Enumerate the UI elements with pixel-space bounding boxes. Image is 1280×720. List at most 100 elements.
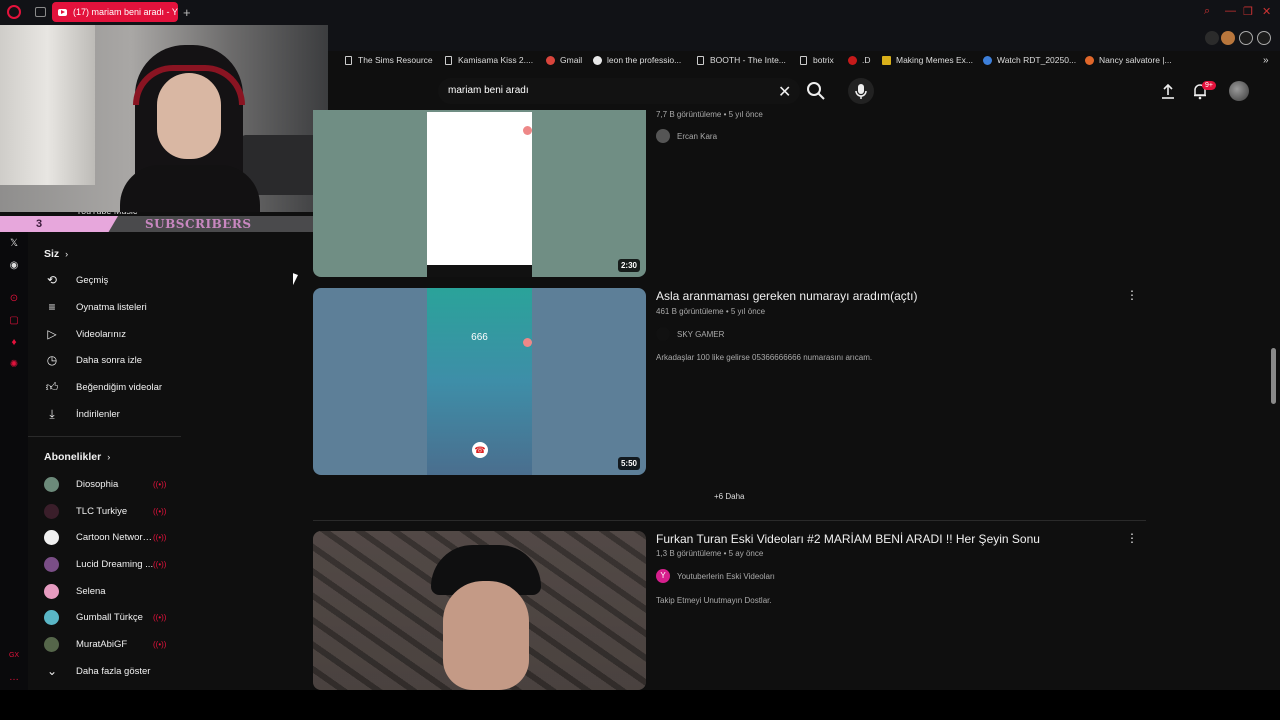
downloads-icon[interactable]	[1239, 31, 1253, 45]
webcam-overlay	[0, 25, 328, 212]
results-divider	[313, 520, 1146, 521]
subscription-item[interactable]: Lucid Dreaming ... ((•))	[44, 553, 194, 575]
video-thumbnail[interactable]: 666 ☎ 5:50	[313, 288, 646, 475]
settings-icon[interactable]: ✺	[8, 359, 20, 371]
more-results-button[interactable]: +6 Daha	[714, 492, 744, 501]
video-meta: 461 B görüntüleme • 5 yıl önce	[656, 307, 766, 316]
restore-icon[interactable]: ❐	[1243, 5, 1253, 18]
close-icon[interactable]: ✕	[1262, 5, 1271, 18]
bottom-black-bar	[0, 690, 1280, 720]
search-input[interactable]	[448, 85, 768, 96]
channel-link[interactable]: Ercan Kara	[656, 129, 717, 143]
google-icon	[593, 55, 602, 65]
minimize-icon[interactable]: —	[1225, 5, 1236, 17]
heart-icon[interactable]: ♦	[8, 337, 20, 349]
tab-islands-icon[interactable]	[35, 7, 46, 17]
menu-icon[interactable]	[1257, 31, 1271, 45]
subscription-item[interactable]: Gumball Türkçe ((•))	[44, 606, 194, 628]
channel-avatar: Y	[656, 569, 670, 583]
channel-avatar	[44, 583, 59, 599]
bookmark-item[interactable]: leon the professio...	[593, 55, 681, 65]
notification-badge: 9+	[1202, 81, 1216, 90]
live-indicator-icon: ((•))	[153, 532, 167, 542]
active-tab[interactable]: (17) mariam beni aradı - Y	[52, 2, 178, 22]
opera-logo-icon[interactable]	[7, 5, 21, 19]
upload-icon[interactable]	[1159, 82, 1177, 100]
bookmark-item[interactable]: Kamisama Kiss 2....	[445, 55, 533, 65]
page-scrollbar[interactable]	[1271, 348, 1276, 404]
sidebar-item-liked-videos[interactable]: 👍︎ Beğendiğim videolar	[44, 376, 194, 398]
site-icon	[848, 55, 857, 65]
x-twitter-icon[interactable]: 𝕏	[8, 238, 20, 250]
playlist-icon: ≡	[48, 300, 56, 314]
gx-corner-icon[interactable]: GX	[8, 650, 20, 662]
channel-avatar	[656, 327, 670, 341]
video-meta: 1,3 B görüntüleme • 5 ay önce	[656, 549, 764, 558]
channel-link[interactable]: Y Youtuberlerin Eski Videoları	[656, 569, 775, 583]
player-icon[interactable]: ⊙	[8, 293, 20, 305]
new-tab-button[interactable]: +	[183, 5, 191, 20]
tab-title: (17) mariam beni aradı - Y	[73, 7, 178, 17]
page-icon	[445, 55, 452, 65]
channel-link[interactable]: SKY GAMER	[656, 327, 724, 341]
you-section-header[interactable]: Siz ›	[44, 248, 68, 260]
video-title[interactable]: Asla aranmaması gereken numarayı aradım(…	[656, 289, 917, 303]
microphone-icon[interactable]	[848, 78, 874, 104]
more-options-icon[interactable]: ⋮	[1126, 288, 1138, 302]
youtube-sidebar: YouTube Music Siz› ⟲Geçmiş ≡Oynatma list…	[28, 202, 193, 692]
sidebar-item-playlists[interactable]: ≡ Oynatma listeleri	[44, 296, 194, 318]
show-more-button[interactable]: ⌄ Daha fazla göster	[44, 660, 194, 682]
site-icon	[882, 55, 891, 65]
bookmark-item[interactable]: Gmail	[546, 55, 582, 65]
account-avatar[interactable]	[1229, 81, 1249, 101]
site-icon	[983, 55, 992, 65]
your-videos-icon: ▷	[47, 327, 57, 341]
sidebar-item-downloads[interactable]: ⤓ İndirilenler	[44, 403, 194, 425]
page-icon	[800, 55, 807, 65]
profile-avatar-icon[interactable]	[1221, 31, 1235, 45]
video-thumbnail[interactable]	[313, 531, 646, 690]
chevron-right-icon: ›	[65, 249, 69, 259]
pinboard-icon[interactable]: ▢	[8, 315, 20, 327]
bookmarks-bar: The Sims Resource Kamisama Kiss 2.... Gm…	[328, 51, 1280, 69]
subscription-item[interactable]: Selena	[44, 580, 194, 602]
search-tabs-icon[interactable]: ⌕	[1204, 5, 1210, 18]
dialed-number: 666	[471, 332, 488, 343]
subscription-item[interactable]: Diosophia ((•))	[44, 473, 194, 495]
channel-avatar	[44, 476, 59, 492]
bookmark-item[interactable]: BOOTH - The Inte...	[697, 55, 786, 65]
bookmark-item[interactable]: botrix	[800, 55, 834, 65]
subscriptions-section-header[interactable]: Abonelikler ›	[44, 451, 110, 463]
site-icon	[1085, 55, 1094, 65]
search-icon[interactable]	[804, 80, 828, 102]
search-box[interactable]: ✕	[438, 78, 800, 104]
bookmark-item[interactable]: The Sims Resource	[345, 55, 433, 65]
live-indicator-icon: ((•))	[153, 612, 167, 622]
more-options-icon[interactable]: ⋮	[1126, 531, 1138, 545]
video-title[interactable]: Furkan Turan Eski Videoları #2 MARİAM BE…	[656, 532, 1040, 546]
history-icon: ⟲	[46, 273, 58, 287]
sidebar-item-your-videos[interactable]: ▷ Videolarınız	[44, 323, 194, 345]
more-icon[interactable]: …	[8, 672, 20, 684]
bookmark-item[interactable]: .D	[848, 55, 871, 65]
discord-icon[interactable]: ◉	[8, 260, 20, 272]
bookmark-item[interactable]: Watch RDT_20250...	[983, 55, 1076, 65]
recording-icon	[523, 126, 532, 135]
video-description: Arkadaşlar 100 like gelirse 05366666666 …	[656, 353, 873, 362]
person-face	[443, 581, 529, 690]
clear-search-icon[interactable]: ✕	[778, 82, 791, 102]
channel-avatar	[44, 556, 59, 572]
video-thumbnail[interactable]: 2:30	[313, 110, 646, 277]
youtube-favicon-icon	[58, 8, 67, 16]
bookmark-item[interactable]: Nancy salvatore |...	[1085, 55, 1172, 65]
sidebar-divider	[28, 436, 181, 437]
channel-avatar	[44, 503, 59, 519]
sidebar-item-history[interactable]: ⟲ Geçmiş	[44, 269, 194, 291]
bookmark-item[interactable]: Making Memes Ex...	[882, 55, 973, 65]
subscription-item[interactable]: TLC Turkiye ((•))	[44, 500, 194, 522]
subscription-item[interactable]: Cartoon Network... ((•))	[44, 526, 194, 548]
sidebar-item-watch-later[interactable]: ◷ Daha sonra izle	[44, 349, 194, 371]
more-bookmarks-icon[interactable]: »	[1263, 55, 1269, 66]
extensions-icon[interactable]	[1205, 31, 1219, 45]
subscription-item[interactable]: MuratAbiGF ((•))	[44, 633, 194, 655]
